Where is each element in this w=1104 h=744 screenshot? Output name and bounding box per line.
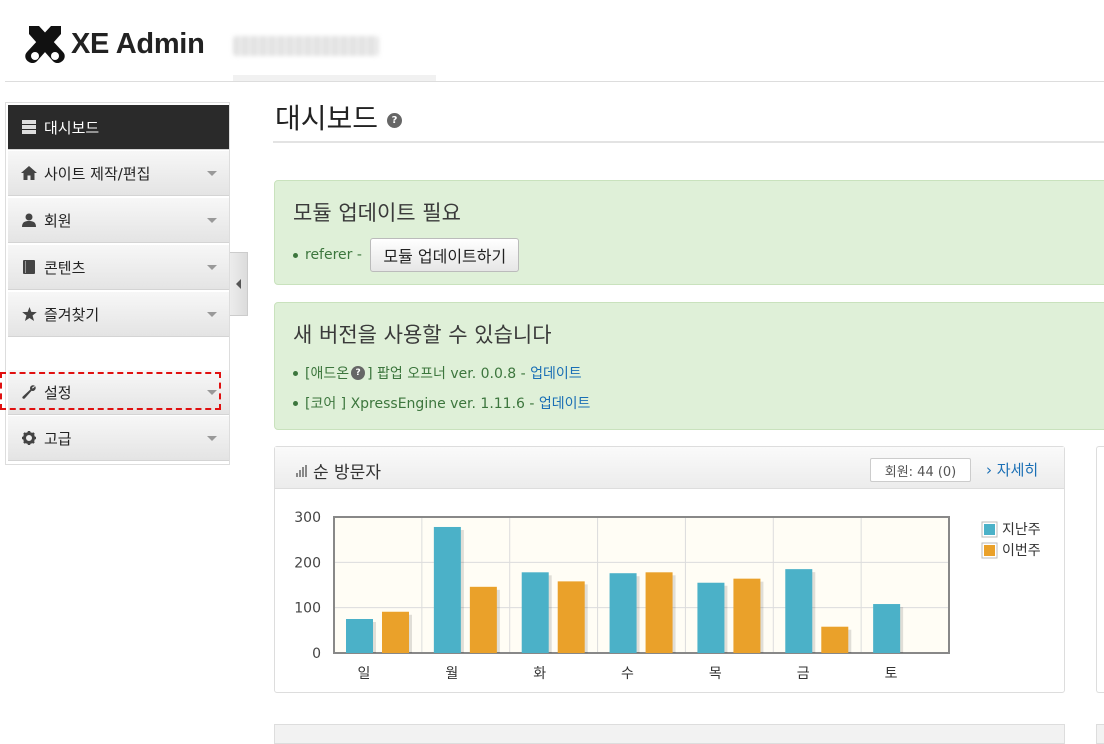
x-tick-label: 수 — [621, 666, 634, 682]
right-panel-edge — [1096, 446, 1104, 693]
chevron-down-icon — [207, 312, 217, 317]
help-icon[interactable]: ? — [387, 112, 403, 128]
chevron-down-icon — [207, 265, 217, 270]
x-tick-label: 금 — [797, 666, 810, 682]
visitor-panel: 순 방문자 회원: 44 (0) › 자세히 0 100 200 300 일 월 화 수 목 금 토… — [274, 446, 1065, 693]
sidebar-item-dashboard[interactable]: 대시보드 — [8, 105, 229, 150]
sidebar-item-content[interactable]: 콘텐츠 — [8, 245, 229, 290]
legend-label: 이번주 — [1002, 543, 1041, 559]
x-tick-label: 화 — [533, 666, 546, 682]
bar — [521, 572, 549, 653]
sidebar-item-site-design[interactable]: 사이트 제작/편집 — [8, 151, 229, 196]
module-alert-list: referer - 모듈 업데이트하기 — [292, 238, 520, 272]
sidebar-item-label: 사이트 제작/편집 — [44, 164, 151, 183]
addon-update-link[interactable]: 업데이트 — [530, 363, 582, 383]
bar — [346, 619, 373, 653]
member-count-badge: 회원: 44 (0) — [870, 458, 971, 482]
chevron-down-icon — [207, 436, 217, 441]
chevron-down-icon — [207, 218, 217, 223]
x-tick-label: 일 — [357, 666, 370, 682]
module-update-button[interactable]: 모듈 업데이트하기 — [370, 238, 520, 272]
legend-swatch — [984, 545, 995, 556]
sidebar-item-label: 고급 — [44, 429, 72, 448]
list-item: [코어 ] XpressEngine ver. 1.11.6 - 업데이트 — [292, 388, 591, 418]
y-tick-label: 0 — [312, 646, 321, 662]
bottom-panel — [274, 724, 1065, 744]
bar — [821, 626, 849, 653]
bar — [382, 611, 409, 653]
separator: - — [352, 247, 367, 263]
core-update-link[interactable]: 업데이트 — [539, 393, 591, 413]
sidebar-item-advanced[interactable]: 고급 — [8, 416, 229, 461]
header-divider — [233, 75, 436, 81]
wrench-icon — [20, 383, 38, 401]
visitor-chart: 0 100 200 300 일 월 화 수 목 금 토 지난주이번주 — [294, 510, 1041, 682]
page-title-text: 대시보드 — [275, 102, 379, 135]
x-tick-label: 토 — [885, 666, 898, 682]
app-title: XE Admin — [71, 27, 205, 60]
y-tick-label: 300 — [294, 510, 321, 526]
legend-label: 지난주 — [1002, 522, 1041, 538]
page-title: 대시보드 ? — [275, 97, 403, 137]
sidebar-collapse-toggle[interactable] — [230, 252, 248, 316]
xe-logo[interactable]: XE Admin — [23, 22, 205, 66]
bar — [785, 569, 813, 653]
module-name: referer — [305, 247, 353, 263]
y-tick-label: 200 — [294, 555, 321, 571]
bar — [557, 581, 585, 653]
title-divider — [273, 141, 1104, 143]
sidebar-item-favorites[interactable]: 즐겨찾기 — [8, 292, 229, 337]
addon-description: ] 팝업 오프너 ver. 0.0.8 - — [367, 366, 531, 382]
bar — [733, 578, 761, 653]
core-description: [코어 ] XpressEngine ver. 1.11.6 - — [305, 396, 539, 412]
new-version-alert: 새 버전을 사용할 수 있습니다 [애드온 ? ] 팝업 오프너 ver. 0.… — [274, 302, 1104, 430]
home-icon — [20, 164, 38, 182]
module-alert-title: 모듈 업데이트 필요 — [293, 201, 461, 225]
chevron-down-icon — [207, 390, 217, 395]
y-tick-label: 100 — [294, 601, 321, 617]
addon-prefix: [애드온 — [305, 366, 350, 382]
chevron-down-icon — [207, 171, 217, 176]
book-icon — [20, 258, 38, 276]
sidebar: 대시보드 사이트 제작/편집 회원 콘텐츠 즐겨찾기 설정 고급 — [5, 102, 230, 465]
x-tick-label: 월 — [445, 666, 458, 682]
list-item: [애드온 ? ] 팝업 오프너 ver. 0.0.8 - 업데이트 — [292, 358, 590, 388]
bar — [873, 604, 901, 653]
more-link[interactable]: › 자세히 — [986, 459, 1038, 480]
xe-logo-icon — [25, 26, 65, 64]
bottom-panel-right — [1096, 724, 1104, 744]
x-tick-label: 목 — [709, 666, 722, 682]
sidebar-item-label: 설정 — [44, 383, 72, 402]
site-url-blurred[interactable] — [233, 36, 379, 56]
panel-header: 순 방문자 회원: 44 (0) › 자세히 — [275, 447, 1064, 489]
dashboard-icon — [20, 118, 38, 136]
panel-title: 순 방문자 — [296, 458, 381, 483]
sidebar-item-settings[interactable]: 설정 — [8, 370, 229, 415]
sidebar-item-label: 즐겨찾기 — [44, 305, 100, 324]
sidebar-item-label: 대시보드 — [44, 118, 100, 137]
bar — [609, 573, 637, 653]
bar — [645, 572, 673, 653]
legend-swatch — [984, 524, 995, 535]
bar — [697, 582, 725, 653]
plot-area — [334, 517, 949, 653]
star-icon — [20, 305, 38, 323]
sidebar-item-member[interactable]: 회원 — [8, 198, 229, 243]
gear-icon — [20, 429, 38, 447]
help-icon[interactable]: ? — [351, 366, 366, 380]
panel-title-text: 순 방문자 — [313, 463, 381, 483]
sidebar-item-label: 콘텐츠 — [44, 258, 86, 277]
sidebar-item-label: 회원 — [44, 211, 72, 230]
bar — [469, 586, 497, 653]
header: XE Admin — [5, 0, 1104, 82]
collapse-arrow-icon — [236, 279, 241, 289]
user-icon — [20, 211, 38, 229]
version-alert-title: 새 버전을 사용할 수 있습니다 — [293, 323, 552, 347]
bar — [433, 526, 461, 653]
version-alert-list: [애드온 ? ] 팝업 오프너 ver. 0.0.8 - 업데이트 [코어 ] … — [292, 358, 591, 418]
signal-bars-icon — [296, 464, 307, 477]
module-update-alert: 모듈 업데이트 필요 referer - 모듈 업데이트하기 — [274, 180, 1104, 285]
list-item: referer - 모듈 업데이트하기 — [292, 238, 520, 272]
